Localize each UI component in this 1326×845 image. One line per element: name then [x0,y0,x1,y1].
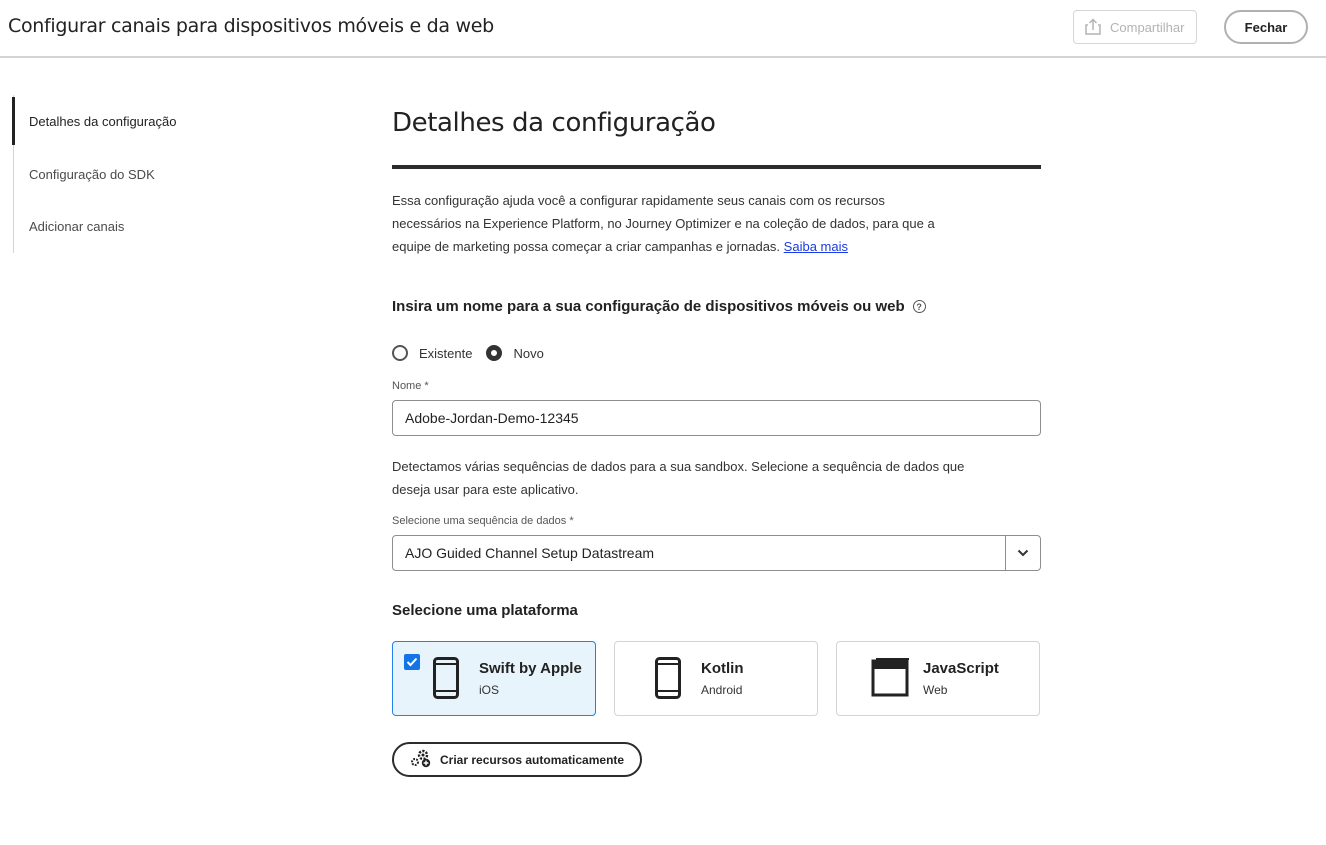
platform-heading: Selecione uma plataforma [392,602,578,619]
chevron-down-icon [1017,544,1029,562]
datastream-selected-value: AJO Guided Channel Setup Datastream [405,545,655,561]
datastream-label-text: Selecione uma sequência de dados [392,515,567,527]
phone-icon [433,657,459,704]
gears-plus-icon [410,748,432,771]
name-heading-text: Insira um nome para a sua configuração d… [392,298,905,315]
config-type-radio-group: Existente Novo [392,345,558,361]
datastream-dropdown-button[interactable] [1005,536,1040,570]
name-field-label: Nome * [392,380,429,392]
radio-new[interactable] [486,345,503,361]
help-icon[interactable]: ? [912,300,926,313]
platform-card-swift[interactable]: Swift by Apple iOS [392,641,596,716]
phone-icon [655,657,681,704]
datastream-field-label: Selecione uma sequência de dados * [392,515,574,527]
share-button-label: Compartilhar [1110,19,1185,35]
platform-subtitle: Web [923,683,948,697]
platform-title: JavaScript [923,660,999,677]
name-input[interactable]: Adobe-Jordan-Demo-12345 [392,400,1041,436]
browser-window-icon [871,657,909,702]
page-title: Detalhes da configuração [392,108,716,138]
share-button[interactable]: Compartilhar [1073,10,1197,44]
required-marker: * [424,380,429,392]
header-bar: Configurar canais para dispositivos móve… [0,0,1326,58]
radio-existing[interactable] [392,345,408,361]
platform-card-kotlin[interactable]: Kotlin Android [614,641,818,716]
platform-card-javascript[interactable]: JavaScript Web [836,641,1040,716]
auto-create-resources-button[interactable]: Criar recursos automaticamente [392,742,642,777]
radio-new-label: Novo [513,345,544,361]
learn-more-link[interactable]: Saiba mais [784,239,848,254]
platform-subtitle: Android [701,683,743,697]
datastream-select[interactable]: AJO Guided Channel Setup Datastream [392,535,1041,571]
sidebar-nav: Detalhes da configuração Configuração do… [12,95,254,253]
platform-title: Swift by Apple [479,660,582,677]
close-button[interactable]: Fechar [1224,10,1308,44]
sidebar-item-add-channels[interactable]: Adicionar canais [14,202,254,250]
sidebar-item-sdk-configuration[interactable]: Configuração do SDK [14,150,254,198]
intro-paragraph: Essa configuração ajuda você a configura… [392,189,952,258]
intro-text: Essa configuração ajuda você a configura… [392,193,935,254]
share-icon [1084,18,1102,36]
name-label-text: Nome [392,380,422,392]
auto-create-resources-label: Criar recursos automaticamente [440,752,625,767]
platform-subtitle: iOS [479,683,500,697]
required-marker: * [569,515,574,527]
platform-title: Kotlin [701,660,744,677]
radio-existing-label: Existente [419,345,473,361]
title-divider [392,165,1041,169]
checkbox-checked-icon[interactable] [404,654,420,670]
sidebar-item-configuration-details[interactable]: Detalhes da configuração [12,97,254,145]
name-section-heading: Insira um nome para a sua configuração d… [392,298,926,315]
datastream-description: Detectamos várias sequências de dados pa… [392,459,965,497]
page-header-title: Configurar canais para dispositivos móve… [8,15,494,37]
